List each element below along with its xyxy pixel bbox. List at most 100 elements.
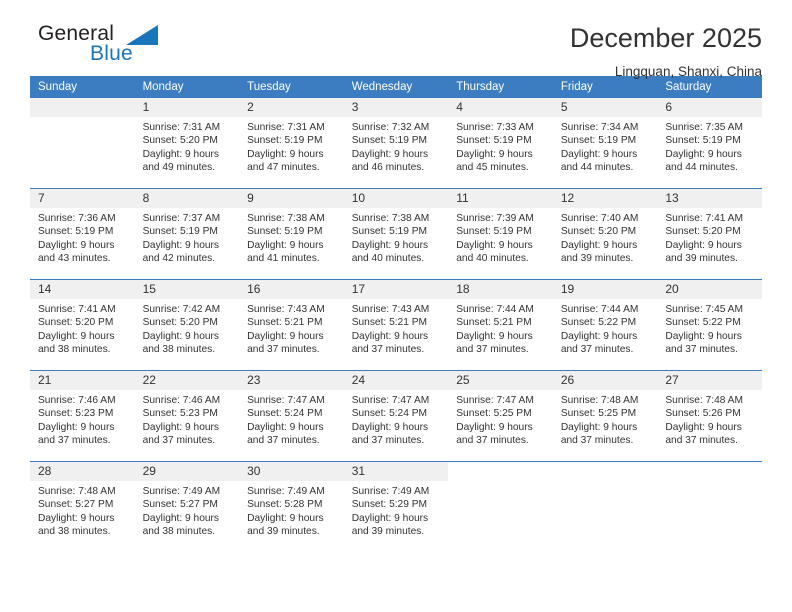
day-info-line: Sunset: 5:19 PM: [247, 226, 323, 238]
day-info-line: and 41 minutes.: [247, 253, 320, 265]
calendar-day-cell[interactable]: 29 Sunrise: 7:49 AM Sunset: 5:27 PM Dayligh…: [134, 461, 240, 552]
calendar-day-cell[interactable]: 12 Sunrise: 7:40 AM Sunset: 5:20 PM Dayligh…: [552, 188, 658, 280]
day-number: 21: [30, 371, 135, 390]
calendar-day-cell[interactable]: 21 Sunrise: 7:46 AM Sunset: 5:23 PM Dayligh…: [30, 370, 135, 462]
calendar-week-row: 14 Sunrise: 7:41 AM Sunset: 5:20 PM Dayligh…: [30, 279, 762, 371]
day-sun-info: Sunrise: 7:38 AM Sunset: 5:19 PM Daylight:…: [344, 208, 449, 266]
day-info-line: and 38 minutes.: [38, 344, 111, 356]
day-sun-info: Sunrise: 7:48 AM Sunset: 5:26 PM Daylight:…: [657, 390, 762, 448]
calendar-day-cell[interactable]: 5 Sunrise: 7:34 AM Sunset: 5:19 PM Daylight…: [552, 98, 658, 189]
day-info-line: Sunset: 5:19 PM: [351, 135, 428, 147]
calendar-day-cell[interactable]: 4 Sunrise: 7:33 AM Sunset: 5:19 PM Daylight…: [448, 98, 553, 189]
day-sun-info: Sunrise: 7:42 AM Sunset: 5:20 PM Daylight:…: [135, 299, 240, 357]
day-number: 26: [552, 371, 658, 390]
day-number: 17: [343, 280, 449, 299]
day-info-line: Sunrise: 7:43 AM: [351, 304, 430, 315]
day-info-line: and 43 minutes.: [38, 253, 111, 265]
calendar-week-row: 21 Sunrise: 7:46 AM Sunset: 5:23 PM Dayligh…: [30, 370, 762, 462]
title-block: December 2025 Lingquan, Shanxi, China: [570, 22, 762, 79]
day-info-line: Sunrise: 7:46 AM: [38, 395, 116, 406]
day-info-line: Sunset: 5:20 PM: [665, 226, 741, 238]
calendar-day-cell[interactable]: 16 Sunrise: 7:43 AM Sunset: 5:21 PM Dayligh…: [239, 279, 344, 371]
day-number: 10: [343, 189, 449, 208]
calendar-day-cell[interactable]: 27 Sunrise: 7:48 AM Sunset: 5:26 PM Dayligh…: [657, 370, 762, 462]
day-info-line: Daylight: 9 hours: [560, 148, 638, 160]
calendar-day-cell[interactable]: 28 Sunrise: 7:48 AM Sunset: 5:27 PM Dayligh…: [30, 461, 135, 552]
calendar-empty-cell: [657, 461, 762, 552]
day-info-line: Sunrise: 7:44 AM: [560, 304, 639, 315]
calendar-day-cell[interactable]: 23 Sunrise: 7:47 AM Sunset: 5:24 PM Dayligh…: [239, 370, 344, 462]
calendar-day-cell[interactable]: 7 Sunrise: 7:36 AM Sunset: 5:19 PM Daylight…: [30, 188, 135, 280]
day-info-line: Sunrise: 7:41 AM: [38, 304, 116, 315]
day-info-line: Daylight: 9 hours: [142, 148, 220, 160]
calendar-week-row: 28 Sunrise: 7:48 AM Sunset: 5:27 PM Dayligh…: [30, 461, 762, 552]
day-info-line: Sunrise: 7:47 AM: [351, 395, 430, 406]
day-info-line: Sunrise: 7:44 AM: [456, 304, 534, 315]
calendar-day-cell[interactable]: 10 Sunrise: 7:38 AM Sunset: 5:19 PM Dayligh…: [343, 188, 449, 280]
day-info-line: Daylight: 9 hours: [142, 421, 220, 433]
calendar-grid: Sunday Monday Tuesday Wednesday Thursday Frid…: [30, 76, 762, 552]
day-info-line: and 37 minutes.: [38, 435, 111, 447]
day-number: 13: [657, 189, 762, 208]
calendar-day-cell[interactable]: 26 Sunrise: 7:48 AM Sunset: 5:25 PM Dayligh…: [552, 370, 658, 462]
day-info-line: Sunset: 5:21 PM: [247, 317, 323, 329]
day-info-line: and 46 minutes.: [351, 162, 425, 174]
calendar-day-cell[interactable]: 8 Sunrise: 7:37 AM Sunset: 5:19 PM Daylight…: [134, 188, 240, 280]
day-info-line: and 39 minutes.: [560, 253, 634, 265]
day-info-line: Sunrise: 7:40 AM: [560, 213, 639, 224]
day-number: 1: [134, 98, 240, 117]
calendar-day-cell[interactable]: 20 Sunrise: 7:45 AM Sunset: 5:22 PM Dayligh…: [657, 279, 762, 371]
calendar-day-cell[interactable]: 2 Sunrise: 7:31 AM Sunset: 5:19 PM Daylight…: [239, 98, 344, 189]
calendar-day-cell[interactable]: 13 Sunrise: 7:41 AM Sunset: 5:20 PM Dayligh…: [657, 188, 762, 280]
calendar-day-cell[interactable]: 24 Sunrise: 7:47 AM Sunset: 5:24 PM Dayligh…: [343, 370, 449, 462]
day-sun-info: Sunrise: 7:31 AM Sunset: 5:20 PM Daylight:…: [135, 117, 240, 175]
day-number: 14: [30, 280, 135, 299]
calendar-day-cell[interactable]: 14 Sunrise: 7:41 AM Sunset: 5:20 PM Dayligh…: [30, 279, 135, 371]
day-info-line: Daylight: 9 hours: [247, 421, 324, 433]
general-blue-logo[interactable]: General Blue: [30, 22, 200, 76]
calendar-day-cell[interactable]: 17 Sunrise: 7:43 AM Sunset: 5:21 PM Dayligh…: [343, 279, 449, 371]
day-number: 7: [30, 189, 135, 208]
day-info-line: Sunrise: 7:36 AM: [38, 213, 116, 224]
day-sun-info: Sunrise: 7:41 AM Sunset: 5:20 PM Daylight:…: [30, 299, 135, 357]
day-info-line: Daylight: 9 hours: [456, 330, 533, 342]
calendar-empty-cell: [30, 98, 135, 189]
calendar-day-cell[interactable]: 22 Sunrise: 7:46 AM Sunset: 5:23 PM Dayligh…: [134, 370, 240, 462]
calendar-header-row: Sunday Monday Tuesday Wednesday Thursday Frid…: [30, 76, 762, 98]
calendar-day-cell[interactable]: 19 Sunrise: 7:44 AM Sunset: 5:22 PM Dayligh…: [552, 279, 658, 371]
day-sun-info: Sunrise: 7:47 AM Sunset: 5:25 PM Daylight:…: [448, 390, 553, 448]
day-number: 24: [343, 371, 449, 390]
day-info-line: Daylight: 9 hours: [351, 148, 429, 160]
day-info-line: and 37 minutes.: [456, 344, 529, 356]
calendar-day-cell[interactable]: 31 Sunrise: 7:49 AM Sunset: 5:29 PM Dayligh…: [343, 461, 449, 552]
day-sun-info: Sunrise: 7:47 AM Sunset: 5:24 PM Daylight:…: [344, 390, 449, 448]
day-info-line: and 37 minutes.: [247, 344, 320, 356]
weekday-header-tuesday: Tuesday: [239, 76, 344, 98]
calendar-day-cell[interactable]: 1 Sunrise: 7:31 AM Sunset: 5:20 PM Daylight…: [134, 98, 240, 189]
day-info-line: Sunrise: 7:47 AM: [456, 395, 534, 406]
day-info-line: Sunrise: 7:33 AM: [456, 122, 534, 133]
day-sun-info: Sunrise: 7:49 AM Sunset: 5:29 PM Daylight:…: [344, 481, 449, 539]
weekday-header-saturday: Saturday: [657, 76, 762, 98]
day-info-line: Sunset: 5:21 PM: [351, 317, 428, 329]
calendar-day-cell[interactable]: 9 Sunrise: 7:38 AM Sunset: 5:19 PM Daylight…: [239, 188, 344, 280]
day-info-line: Sunset: 5:20 PM: [560, 226, 637, 238]
day-number: 12: [552, 189, 658, 208]
page-subtitle: Lingquan, Shanxi, China: [614, 63, 762, 79]
day-sun-info: Sunrise: 7:48 AM Sunset: 5:27 PM Daylight:…: [30, 481, 135, 539]
day-info-line: and 37 minutes.: [665, 435, 738, 447]
calendar-day-cell[interactable]: 18 Sunrise: 7:44 AM Sunset: 5:21 PM Dayligh…: [448, 279, 553, 371]
calendar-day-cell[interactable]: 11 Sunrise: 7:39 AM Sunset: 5:19 PM Dayligh…: [448, 188, 553, 280]
calendar-day-cell[interactable]: 3 Sunrise: 7:32 AM Sunset: 5:19 PM Daylight…: [343, 98, 449, 189]
calendar-day-cell[interactable]: 6 Sunrise: 7:35 AM Sunset: 5:19 PM Daylight…: [657, 98, 762, 189]
day-info-line: Sunrise: 7:38 AM: [351, 213, 430, 224]
day-sun-info: Sunrise: 7:32 AM Sunset: 5:19 PM Daylight:…: [344, 117, 449, 175]
day-sun-info: Sunrise: 7:43 AM Sunset: 5:21 PM Daylight:…: [239, 299, 344, 357]
calendar-day-cell[interactable]: 25 Sunrise: 7:47 AM Sunset: 5:25 PM Dayligh…: [448, 370, 553, 462]
day-info-line: Daylight: 9 hours: [351, 330, 429, 342]
calendar-day-cell[interactable]: 30 Sunrise: 7:49 AM Sunset: 5:28 PM Dayligh…: [239, 461, 344, 552]
day-info-line: Sunset: 5:20 PM: [38, 317, 114, 329]
day-number: 15: [134, 280, 240, 299]
day-sun-info: Sunrise: 7:37 AM Sunset: 5:19 PM Daylight:…: [135, 208, 240, 266]
calendar-day-cell[interactable]: 15 Sunrise: 7:42 AM Sunset: 5:20 PM Dayligh…: [134, 279, 240, 371]
